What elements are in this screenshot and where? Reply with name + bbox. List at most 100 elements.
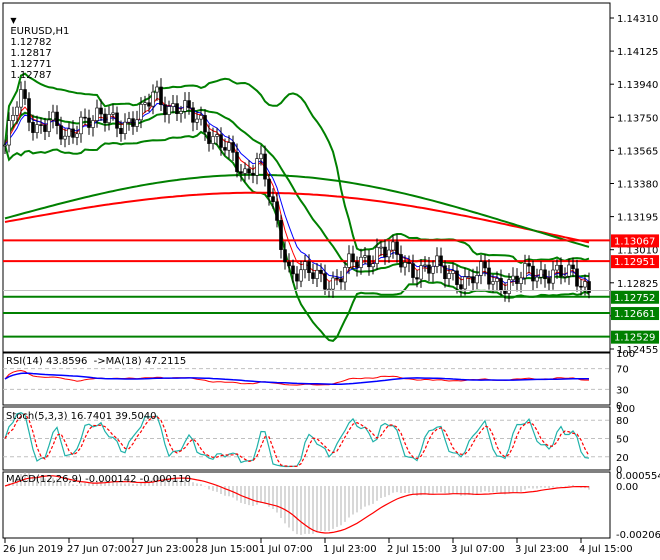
ma-medium: [4, 173, 590, 248]
candle-body: [563, 275, 567, 278]
candle-body: [91, 120, 95, 128]
candle-body: [555, 264, 559, 271]
candle-body: [295, 273, 299, 282]
low-price: 1.12771: [10, 59, 52, 70]
stoch-axis-label: 50: [616, 435, 629, 446]
rsi-axis-label: 100: [616, 349, 635, 360]
candle-body: [327, 288, 331, 291]
candle-body: [407, 262, 411, 264]
candle-body: [579, 285, 583, 288]
candle-body: [423, 264, 427, 267]
candle-body: [147, 102, 151, 107]
candle-body: [251, 172, 255, 176]
triangle-down-icon[interactable]: ▼: [10, 16, 16, 25]
time-axis-label: 26 Jun 2019: [3, 544, 63, 555]
candle-body: [119, 127, 123, 134]
rsi-axis-label: 70: [616, 365, 629, 376]
bollinger-lower: [4, 130, 590, 342]
candle-body: [487, 267, 491, 285]
macd-axis-label: -0.002061: [616, 530, 660, 541]
chart-window[interactable]: 1.14310 1.14125 1.13940 1.13750 1.13565 1.133…: [0, 0, 660, 560]
candle-body: [511, 275, 515, 281]
candle-body: [11, 115, 15, 121]
candle-body: [339, 278, 343, 283]
candle-body: [87, 117, 91, 128]
candle-body: [183, 100, 187, 112]
bollinger-upper: [4, 72, 590, 265]
level-price-label: 1.12661: [614, 309, 655, 320]
candle-body: [135, 119, 139, 127]
candle-body: [255, 158, 259, 176]
candle-body: [67, 128, 71, 137]
price-axis-label: 1.13940: [617, 80, 658, 91]
candle-body: [483, 261, 487, 269]
candle-body: [187, 100, 191, 109]
candle-body: [7, 120, 11, 146]
candle-body: [567, 264, 571, 277]
candle-body: [63, 135, 67, 140]
candle-body: [531, 265, 535, 282]
candle-body: [355, 261, 359, 268]
candle-body: [463, 276, 467, 290]
candle-body: [219, 134, 223, 148]
candle-body: [179, 111, 183, 114]
candle-body: [267, 178, 271, 197]
macd-label: MACD(12,26,9) -0.000142 -0.000110: [6, 474, 191, 485]
candle-body: [467, 276, 471, 278]
candle-body: [447, 273, 451, 280]
candle-body: [35, 124, 39, 133]
candle-body: [15, 106, 19, 116]
candle-body: [411, 263, 415, 278]
price-axis-label: 1.14125: [617, 47, 658, 58]
open-price: 1.12782: [10, 37, 52, 48]
candle-body: [71, 128, 75, 138]
candle-body: [291, 265, 295, 275]
candle-body: [495, 278, 499, 282]
candle-body: [259, 153, 263, 159]
candle-body: [127, 118, 131, 123]
stoch-axis-label: 20: [616, 453, 629, 464]
candle-body: [151, 91, 155, 107]
candle-body: [475, 275, 479, 284]
candle-body: [443, 265, 447, 280]
candle-body: [507, 279, 511, 294]
candle-body: [371, 263, 375, 268]
candle-body: [451, 270, 455, 274]
candle-body: [315, 269, 319, 279]
candle-body: [199, 115, 203, 120]
candle-body: [79, 116, 83, 135]
candle-body: [431, 266, 435, 274]
candle-body: [99, 107, 103, 115]
candle-body: [287, 261, 291, 267]
candle-body: [143, 102, 147, 105]
candle-body: [387, 249, 391, 258]
stoch-axis-label: 80: [616, 416, 629, 427]
price-axis-label: 1.13565: [617, 146, 658, 157]
candle-body: [95, 107, 99, 121]
stoch-label: Stoch(5,3,3) 16.7401 39.5040: [6, 411, 157, 422]
candle-body: [379, 246, 383, 249]
candle-body: [363, 255, 367, 258]
candle-body: [43, 124, 47, 132]
time-axis-label: 2 Jul 15:00: [387, 544, 441, 555]
candle-body: [323, 273, 327, 290]
candle-body: [367, 255, 371, 268]
candle-body: [539, 269, 543, 278]
symbol-header: ▼ EURUSD,H1 1.12782 1.12817 1.12771 1.12…: [4, 4, 73, 81]
time-axis-label: 3 Jul 07:00: [451, 544, 505, 555]
candle-body: [155, 86, 159, 93]
candle-body: [227, 142, 231, 151]
candle-body: [107, 114, 111, 123]
candle-body: [203, 115, 207, 133]
symbol-name: EURUSD,H1: [10, 26, 70, 37]
candle-body: [175, 103, 179, 114]
candle-body: [523, 263, 527, 279]
candle-body: [535, 276, 539, 282]
candle-body: [395, 241, 399, 255]
price-axis-label: 1.13195: [617, 213, 658, 224]
candle-body: [583, 281, 587, 288]
candle-body: [275, 201, 279, 221]
candle-body: [519, 277, 523, 284]
candle-body: [103, 113, 107, 123]
rsi-axis-label: 30: [616, 385, 629, 396]
